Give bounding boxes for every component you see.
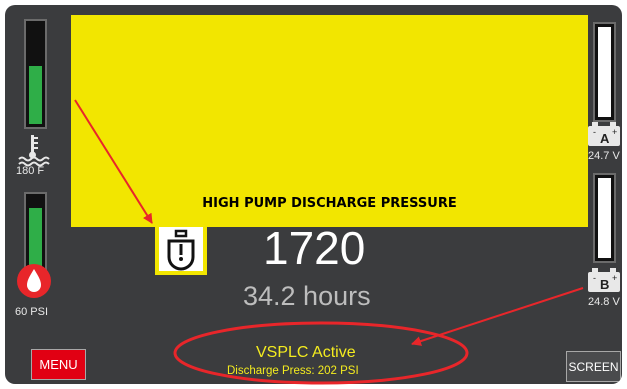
battery-b-icon: - + B xyxy=(588,268,620,292)
battery-a-icon: - + A xyxy=(588,122,620,146)
coolant-temp-gauge xyxy=(24,19,47,129)
alarm-message: HIGH PUMP DISCHARGE PRESSURE xyxy=(202,196,457,211)
battery-b-letter: B xyxy=(600,277,609,292)
svg-text:-: - xyxy=(593,127,596,137)
menu-button[interactable]: MENU xyxy=(31,349,86,380)
battery-b-gauge xyxy=(593,173,616,263)
status-subtitle: Discharge Press: 202 PSI xyxy=(227,365,359,377)
coolant-temp-icon xyxy=(18,135,50,167)
engine-hours: 34.2 hours xyxy=(243,281,371,311)
battery-a-voltage: 24.7 V xyxy=(588,150,620,162)
display-screen: 180 F 60 PSI - + A 24.7 V - + B 24.8 V H… xyxy=(5,5,622,384)
battery-b-voltage: 24.8 V xyxy=(588,296,620,308)
oil-drop-icon xyxy=(17,264,51,298)
battery-b-level xyxy=(598,178,611,258)
battery-a-letter: A xyxy=(600,131,610,146)
engine-warning-icon xyxy=(155,223,207,275)
status-title: VSPLC Active xyxy=(256,344,356,361)
battery-a-gauge xyxy=(593,22,616,122)
screen-button[interactable]: SCREEN xyxy=(566,351,621,382)
oil-pressure-value: 60 PSI xyxy=(15,306,49,318)
engine-rpm: 1720 xyxy=(263,222,366,274)
coolant-temp-level xyxy=(29,66,42,124)
svg-text:+: + xyxy=(612,127,617,137)
coolant-temp-value: 180 F xyxy=(16,165,45,177)
battery-a-level xyxy=(598,27,611,117)
svg-text:-: - xyxy=(593,273,596,283)
alarm-panel[interactable]: HIGH PUMP DISCHARGE PRESSURE xyxy=(71,15,588,227)
svg-text:+: + xyxy=(612,273,617,283)
